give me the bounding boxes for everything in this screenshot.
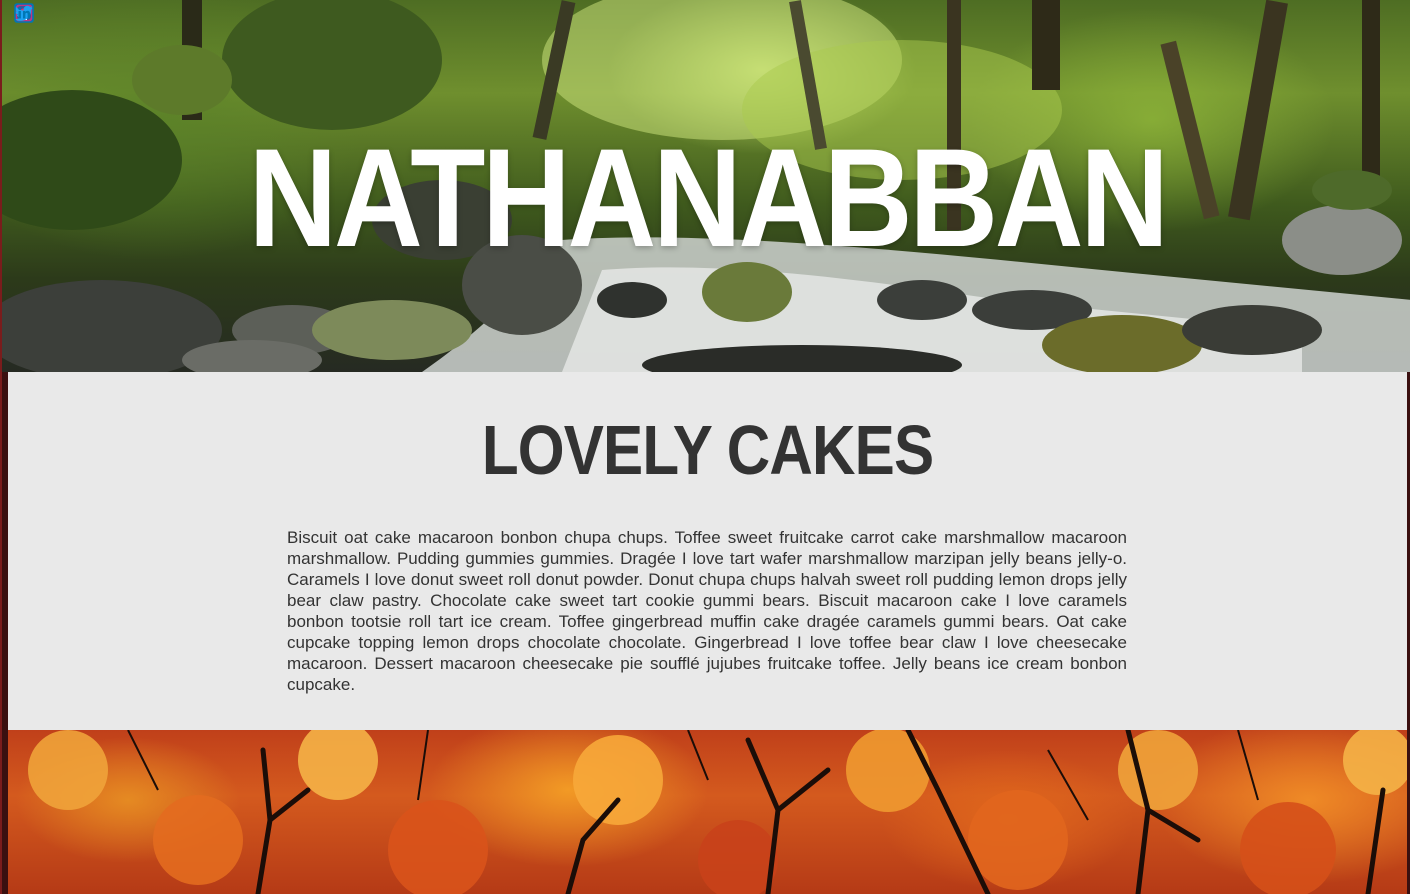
- hero-banner: NATHANABBAN: [2, 0, 1410, 372]
- site-title: NATHANABBAN: [248, 119, 1169, 276]
- autumn-forest-image: [28, 730, 1407, 894]
- page-frame: NATHANABBAN LOVELY CAKES Biscuit oat cak…: [0, 0, 1410, 894]
- autumn-forest-banner: [8, 730, 1407, 894]
- content-panel: LOVELY CAKES Biscuit oat cake macaroon b…: [8, 372, 1407, 730]
- section-body-text: Biscuit oat cake macaroon bonbon chupa c…: [287, 528, 1127, 694]
- section-heading: LOVELY CAKES: [481, 411, 934, 489]
- linkedin-icon[interactable]: [14, 3, 34, 23]
